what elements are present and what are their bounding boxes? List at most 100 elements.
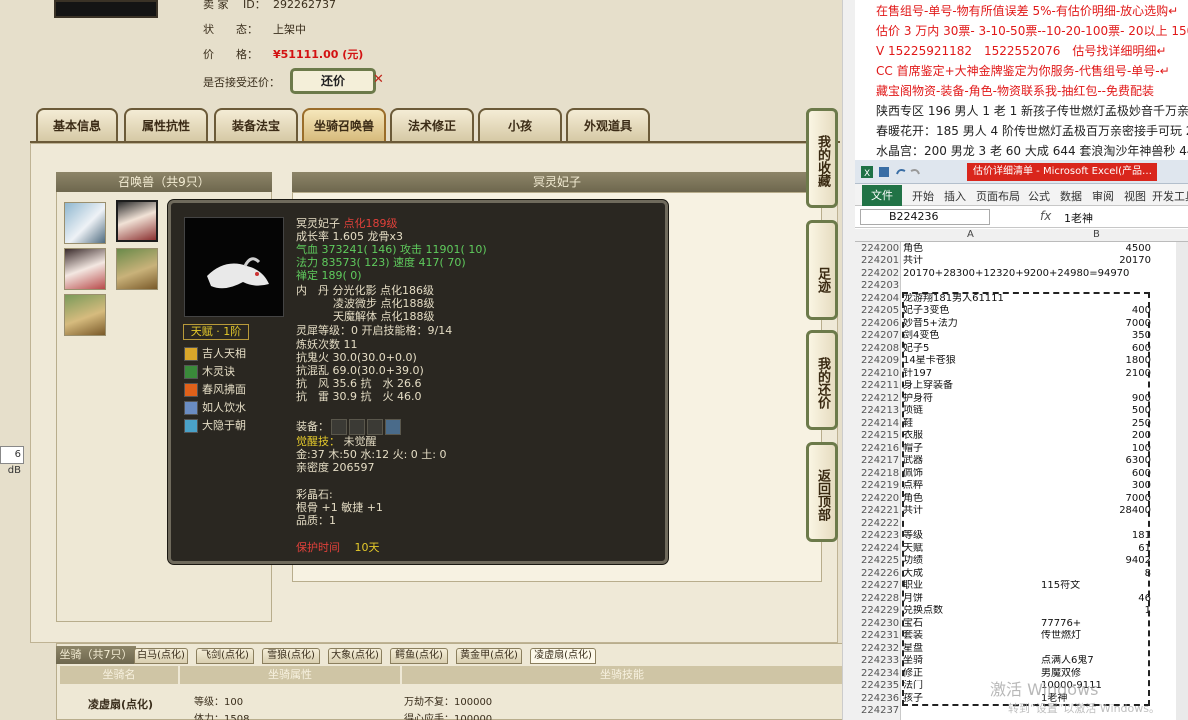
column-header-a[interactable]: A — [967, 229, 974, 240]
row-number[interactable]: 224220 — [861, 493, 905, 506]
skill-item: 如人饮水 — [184, 399, 246, 416]
row-number[interactable]: 224224 — [861, 543, 905, 556]
tab-basic-info[interactable]: 基本信息 — [36, 108, 118, 142]
equip-slot[interactable] — [331, 419, 347, 435]
row-number[interactable]: 224219 — [861, 480, 905, 493]
footprint-button[interactable]: 足迹 — [806, 220, 838, 320]
row-number[interactable]: 224227 — [861, 580, 905, 593]
formula-value[interactable]: 1老神 — [1064, 210, 1093, 226]
row-number[interactable]: 224233 — [861, 655, 905, 668]
skill-icon — [184, 383, 198, 397]
note-line: 水晶宫：200 男龙 3 老 60 大成 644 套浪淘沙年神兽秒 440000… — [876, 144, 1188, 158]
row-number[interactable]: 224232 — [861, 643, 905, 656]
row-number[interactable]: 224226 — [861, 568, 905, 581]
row-number[interactable]: 224231 — [861, 630, 905, 643]
ribbon-tab[interactable]: 数据 — [1060, 188, 1082, 204]
page-scrollbar[interactable] — [842, 0, 855, 720]
row-number[interactable]: 224204 — [861, 293, 905, 306]
close-icon[interactable]: ✕ — [373, 72, 384, 87]
row-number[interactable]: 224207 — [861, 330, 905, 343]
column-header-b[interactable]: B — [1093, 229, 1100, 240]
mount-tab[interactable]: 鳄鱼(点化) — [390, 648, 448, 664]
ribbon-tab[interactable]: 插入 — [944, 188, 966, 204]
row-number[interactable]: 224230 — [861, 618, 905, 631]
volume-label: 6 dB — [0, 446, 24, 476]
row-number[interactable]: 224236 — [861, 693, 905, 706]
row-number[interactable]: 224206 — [861, 318, 905, 331]
row-number[interactable]: 224235 — [861, 680, 905, 693]
mount-tab[interactable]: 黄金甲(点化) — [456, 648, 522, 664]
row-number[interactable]: 224213 — [861, 405, 905, 418]
pet-image — [184, 217, 284, 317]
cell-a[interactable]: 20170+28300+12320+9200+24980=94970 — [903, 268, 1163, 281]
pet-detail-title: 冥灵妃子 — [292, 172, 822, 192]
equip-slot[interactable] — [349, 419, 365, 435]
pet-thumbnail[interactable] — [64, 202, 106, 244]
row-number[interactable]: 224214 — [861, 418, 905, 431]
cell-b[interactable]: 4500 — [1001, 243, 1151, 256]
mount-tab[interactable]: 白马(点化) — [134, 648, 188, 664]
equip-slot[interactable] — [385, 419, 401, 435]
column-headers: A B — [855, 229, 1188, 242]
equip-slot[interactable] — [367, 419, 383, 435]
pet-thumbnail[interactable] — [116, 248, 158, 290]
row-number[interactable]: 224237 — [861, 705, 905, 718]
row-number[interactable]: 224222 — [861, 518, 905, 531]
row-number[interactable]: 224228 — [861, 593, 905, 606]
name-box[interactable]: B224236 — [860, 209, 990, 225]
row-number[interactable]: 224218 — [861, 468, 905, 481]
row-number[interactable]: 224223 — [861, 530, 905, 543]
ribbon-tab[interactable]: 开发工具 — [1152, 188, 1188, 204]
my-bargains-button[interactable]: 我的还价 — [806, 330, 838, 430]
row-number[interactable]: 224221 — [861, 505, 905, 518]
pet-mp: 法力 83573( 123) 速度 417( 70) — [296, 256, 466, 269]
row-number[interactable]: 224211 — [861, 380, 905, 393]
mount-tab[interactable]: 飞剑(点化) — [196, 648, 254, 664]
row-number[interactable]: 224229 — [861, 605, 905, 618]
tab-mount-summon[interactable]: 坐骑召唤兽 — [302, 108, 386, 142]
row-number[interactable]: 224201 — [861, 255, 905, 268]
row-number[interactable]: 224202 — [861, 268, 905, 281]
my-favorites-button[interactable]: 我的收藏 — [806, 108, 838, 208]
pet-awaken-row: 觉醒技： 未觉醒 — [296, 435, 377, 448]
fx-icon[interactable]: fx — [1040, 209, 1051, 223]
mount-skill: 万劫不复：100000 — [404, 697, 493, 708]
mount-tab[interactable]: 雪狼(点化) — [262, 648, 320, 664]
tab-attributes[interactable]: 属性抗性 — [124, 108, 208, 142]
row-number[interactable]: 224210 — [861, 368, 905, 381]
row-number[interactable]: 224200 — [861, 243, 905, 256]
back-to-top-button[interactable]: 返回顶部 — [806, 442, 838, 542]
row-number[interactable]: 224217 — [861, 455, 905, 468]
mount-col-name: 坐骑名 — [60, 666, 178, 684]
excel-file-tab[interactable]: 文件 — [862, 185, 902, 206]
row-number[interactable]: 224215 — [861, 430, 905, 443]
row-number[interactable]: 224212 — [861, 393, 905, 406]
pet-thumbnail-selected[interactable] — [116, 200, 158, 242]
mount-tab[interactable]: 大象(点化) — [328, 648, 382, 664]
row-number[interactable]: 224209 — [861, 355, 905, 368]
bargain-button[interactable]: 还价 — [290, 68, 376, 94]
ribbon-tab[interactable]: 页面布局 — [976, 188, 1020, 204]
ribbon-tab[interactable]: 开始 — [912, 188, 934, 204]
tab-appearance[interactable]: 外观道具 — [566, 108, 650, 142]
tab-spell-modify[interactable]: 法术修正 — [390, 108, 474, 142]
ribbon-tab[interactable]: 公式 — [1028, 188, 1050, 204]
pet-thumbnail[interactable] — [64, 294, 106, 336]
ribbon-tab[interactable]: 审阅 — [1092, 188, 1114, 204]
row-number[interactable]: 224216 — [861, 443, 905, 456]
pet-thumbnail[interactable] — [64, 248, 106, 290]
tab-child[interactable]: 小孩 — [478, 108, 562, 142]
sheet-scrollbar[interactable] — [1176, 242, 1188, 720]
excel-quick-access-icons[interactable]: X — [861, 165, 921, 179]
ribbon-tab[interactable]: 视图 — [1124, 188, 1146, 204]
row-number[interactable]: 224208 — [861, 343, 905, 356]
cell-b[interactable]: 20170 — [1001, 255, 1151, 268]
row-number[interactable]: 224234 — [861, 668, 905, 681]
pet-lingxi: 灵犀等级：0 开启技能格：9/14 — [296, 324, 453, 337]
mount-tab-active[interactable]: 凌虚扇(点化) — [530, 648, 596, 664]
row-number[interactable]: 224225 — [861, 555, 905, 568]
bargain-label: 是否接受还价： — [203, 76, 280, 89]
row-number[interactable]: 224205 — [861, 305, 905, 318]
tab-equipment[interactable]: 装备法宝 — [214, 108, 298, 142]
row-number[interactable]: 224203 — [861, 280, 905, 293]
